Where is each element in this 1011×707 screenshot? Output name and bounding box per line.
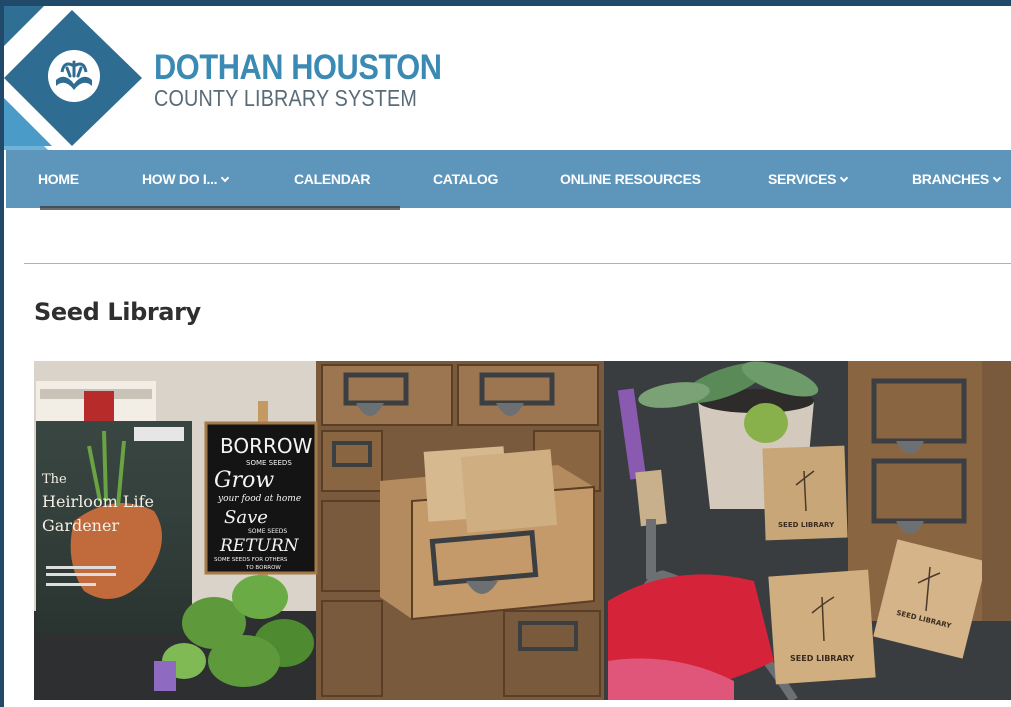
- chalk-save: Save: [224, 507, 268, 528]
- open-book-icon: [48, 50, 100, 102]
- book-title-line1: The: [42, 472, 67, 487]
- chevron-down-icon: [221, 173, 230, 183]
- chalk-grow: Grow: [214, 468, 274, 493]
- seed-library-photo: The Heirloom Life Gardener BORROW SOME S…: [34, 361, 1011, 700]
- scrolled-content-ghost: [40, 200, 400, 212]
- logo-title: DOTHAN HOUSTON: [154, 48, 442, 87]
- chalk-return: RETURN: [219, 536, 300, 556]
- packet-label-1: SEED LIBRARY: [778, 521, 835, 529]
- logo-subtitle: COUNTY LIBRARY SYSTEM: [154, 85, 418, 111]
- nav-services[interactable]: SERVICES: [768, 150, 849, 208]
- seed-packet-1: SEED LIBRARY: [762, 445, 848, 541]
- chevron-down-icon: [992, 173, 1002, 183]
- chalk-some-seeds-1: SOME SEEDS: [246, 459, 292, 467]
- chalk-borrow: BORROW: [220, 434, 313, 458]
- nav-online-resources[interactable]: ONLINE RESOURCES: [560, 150, 701, 208]
- chalk-your-food: your food at home: [217, 494, 301, 504]
- chevron-down-icon: [839, 173, 849, 183]
- nav-branches[interactable]: BRANCHES: [912, 150, 1002, 208]
- nav-catalog[interactable]: CATALOG: [433, 150, 498, 208]
- logo-text[interactable]: DOTHAN HOUSTON COUNTY LIBRARY SYSTEM: [154, 48, 481, 111]
- chalkboard-sign: BORROW SOME SEEDS Grow your food at home…: [204, 401, 318, 601]
- book-heirloom-life-gardener: The Heirloom Life Gardener: [36, 421, 192, 633]
- book-title-line3: Gardener: [42, 516, 119, 535]
- packet-label-2: SEED LIBRARY: [790, 654, 854, 663]
- chalk-to-borrow: TO BORROW: [245, 565, 281, 571]
- divider: [24, 263, 1011, 264]
- logo-mark[interactable]: [4, 6, 144, 150]
- site-header: DOTHAN HOUSTON COUNTY LIBRARY SYSTEM: [4, 6, 1011, 150]
- chalk-some-seeds-2: SOME SEEDS: [248, 528, 287, 535]
- page-title: Seed Library: [34, 298, 201, 326]
- book-title-line2: Heirloom Life: [42, 492, 154, 511]
- seed-packet-2: SEED LIBRARY: [768, 569, 876, 685]
- chalk-for-others: SOME SEEDS FOR OTHERS: [214, 557, 288, 563]
